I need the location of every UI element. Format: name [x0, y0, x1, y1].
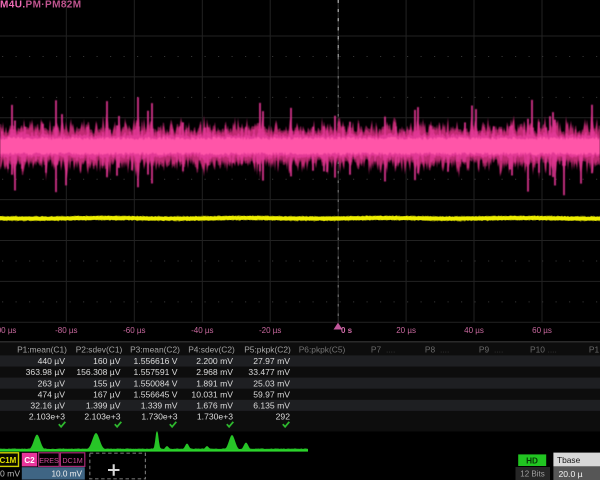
svg-text:10.0 mV: 10.0 mV	[52, 470, 83, 479]
svg-text:-60 µs: -60 µs	[123, 326, 145, 335]
svg-text:P2:sdev(C1): P2:sdev(C1)	[76, 344, 123, 354]
svg-text:363.98 µV: 363.98 µV	[26, 367, 66, 377]
svg-text:10.031 mV: 10.031 mV	[191, 389, 233, 399]
svg-text:1.557591 V: 1.557591 V	[134, 367, 178, 377]
svg-text:P6:pkpk(C5): P6:pkpk(C5)	[299, 344, 346, 354]
svg-text:60 µs: 60 µs	[532, 326, 552, 335]
svg-text:0 mV: 0 mV	[0, 469, 20, 479]
svg-text:12 Bits: 12 Bits	[520, 470, 544, 479]
svg-text:1.891 mV: 1.891 mV	[196, 378, 233, 388]
svg-text:P3:mean(C2): P3:mean(C2)	[130, 344, 180, 354]
svg-text:440 µV: 440 µV	[38, 356, 66, 366]
svg-text:....: ....	[386, 344, 395, 354]
svg-text:474 µV: 474 µV	[38, 389, 66, 399]
svg-text:1.676 mV: 1.676 mV	[196, 401, 233, 411]
svg-text:-20 µs: -20 µs	[259, 326, 281, 335]
svg-text:27.97 mV: 27.97 mV	[253, 356, 290, 366]
svg-text:C2: C2	[24, 456, 35, 465]
svg-text:167 µV: 167 µV	[93, 389, 121, 399]
svg-text:0 s: 0 s	[341, 326, 353, 335]
svg-text:25.03 mV: 25.03 mV	[253, 378, 290, 388]
svg-text:P4:sdev(C2): P4:sdev(C2)	[188, 344, 235, 354]
svg-text:2.103e+3: 2.103e+3	[29, 412, 65, 422]
svg-text:1.556616 V: 1.556616 V	[134, 356, 178, 366]
svg-text:2.200 mV: 2.200 mV	[196, 356, 233, 366]
svg-text:....: ....	[494, 344, 503, 354]
svg-text:P10: P10	[530, 344, 545, 354]
svg-text:59.97 mV: 59.97 mV	[253, 389, 290, 399]
svg-text:-100 µs: -100 µs	[0, 326, 16, 335]
svg-text:20.0 µ: 20.0 µ	[559, 469, 583, 479]
svg-text:1.399 µV: 1.399 µV	[86, 401, 121, 411]
svg-text:1.730e+3: 1.730e+3	[141, 412, 177, 422]
svg-text:P5:pkpk(C2): P5:pkpk(C2)	[244, 344, 291, 354]
svg-text:32.16 µV: 32.16 µV	[30, 401, 65, 411]
svg-text:1.339 mV: 1.339 mV	[141, 401, 178, 411]
svg-text:33.477 mV: 33.477 mV	[248, 367, 290, 377]
svg-text:156.308 µV: 156.308 µV	[76, 367, 120, 377]
svg-text:-80 µs: -80 µs	[55, 326, 77, 335]
svg-text:292: 292	[276, 412, 291, 422]
svg-text:....: ....	[548, 344, 557, 354]
svg-text:1.556645 V: 1.556645 V	[134, 389, 178, 399]
svg-text:40 µs: 40 µs	[464, 326, 484, 335]
svg-text:DC1M: DC1M	[62, 456, 82, 465]
svg-text:155 µV: 155 µV	[93, 378, 121, 388]
svg-text:ERES: ERES	[39, 456, 59, 465]
svg-text:1.730e+3: 1.730e+3	[197, 412, 233, 422]
svg-text:M4U.PM·PM82M: M4U.PM·PM82M	[0, 0, 81, 11]
svg-text:160 µV: 160 µV	[93, 356, 121, 366]
svg-text:20 µs: 20 µs	[396, 326, 416, 335]
svg-text:P1:mean(C1): P1:mean(C1)	[17, 344, 67, 354]
svg-text:-40 µs: -40 µs	[191, 326, 213, 335]
svg-text:6.135 mV: 6.135 mV	[253, 401, 290, 411]
svg-text:P1: P1	[589, 344, 600, 354]
svg-text:1.550084 V: 1.550084 V	[134, 378, 178, 388]
svg-text:2.103e+3: 2.103e+3	[84, 412, 120, 422]
svg-text:Tbase: Tbase	[557, 455, 581, 465]
svg-text:2.968 mV: 2.968 mV	[196, 367, 233, 377]
svg-text:DC1M: DC1M	[0, 456, 17, 465]
svg-text:HD: HD	[526, 456, 538, 465]
svg-text:263 µV: 263 µV	[38, 378, 66, 388]
svg-text:....: ....	[440, 344, 449, 354]
svg-text:P8: P8	[425, 344, 436, 354]
svg-text:P9: P9	[479, 344, 490, 354]
svg-text:P7: P7	[371, 344, 382, 354]
